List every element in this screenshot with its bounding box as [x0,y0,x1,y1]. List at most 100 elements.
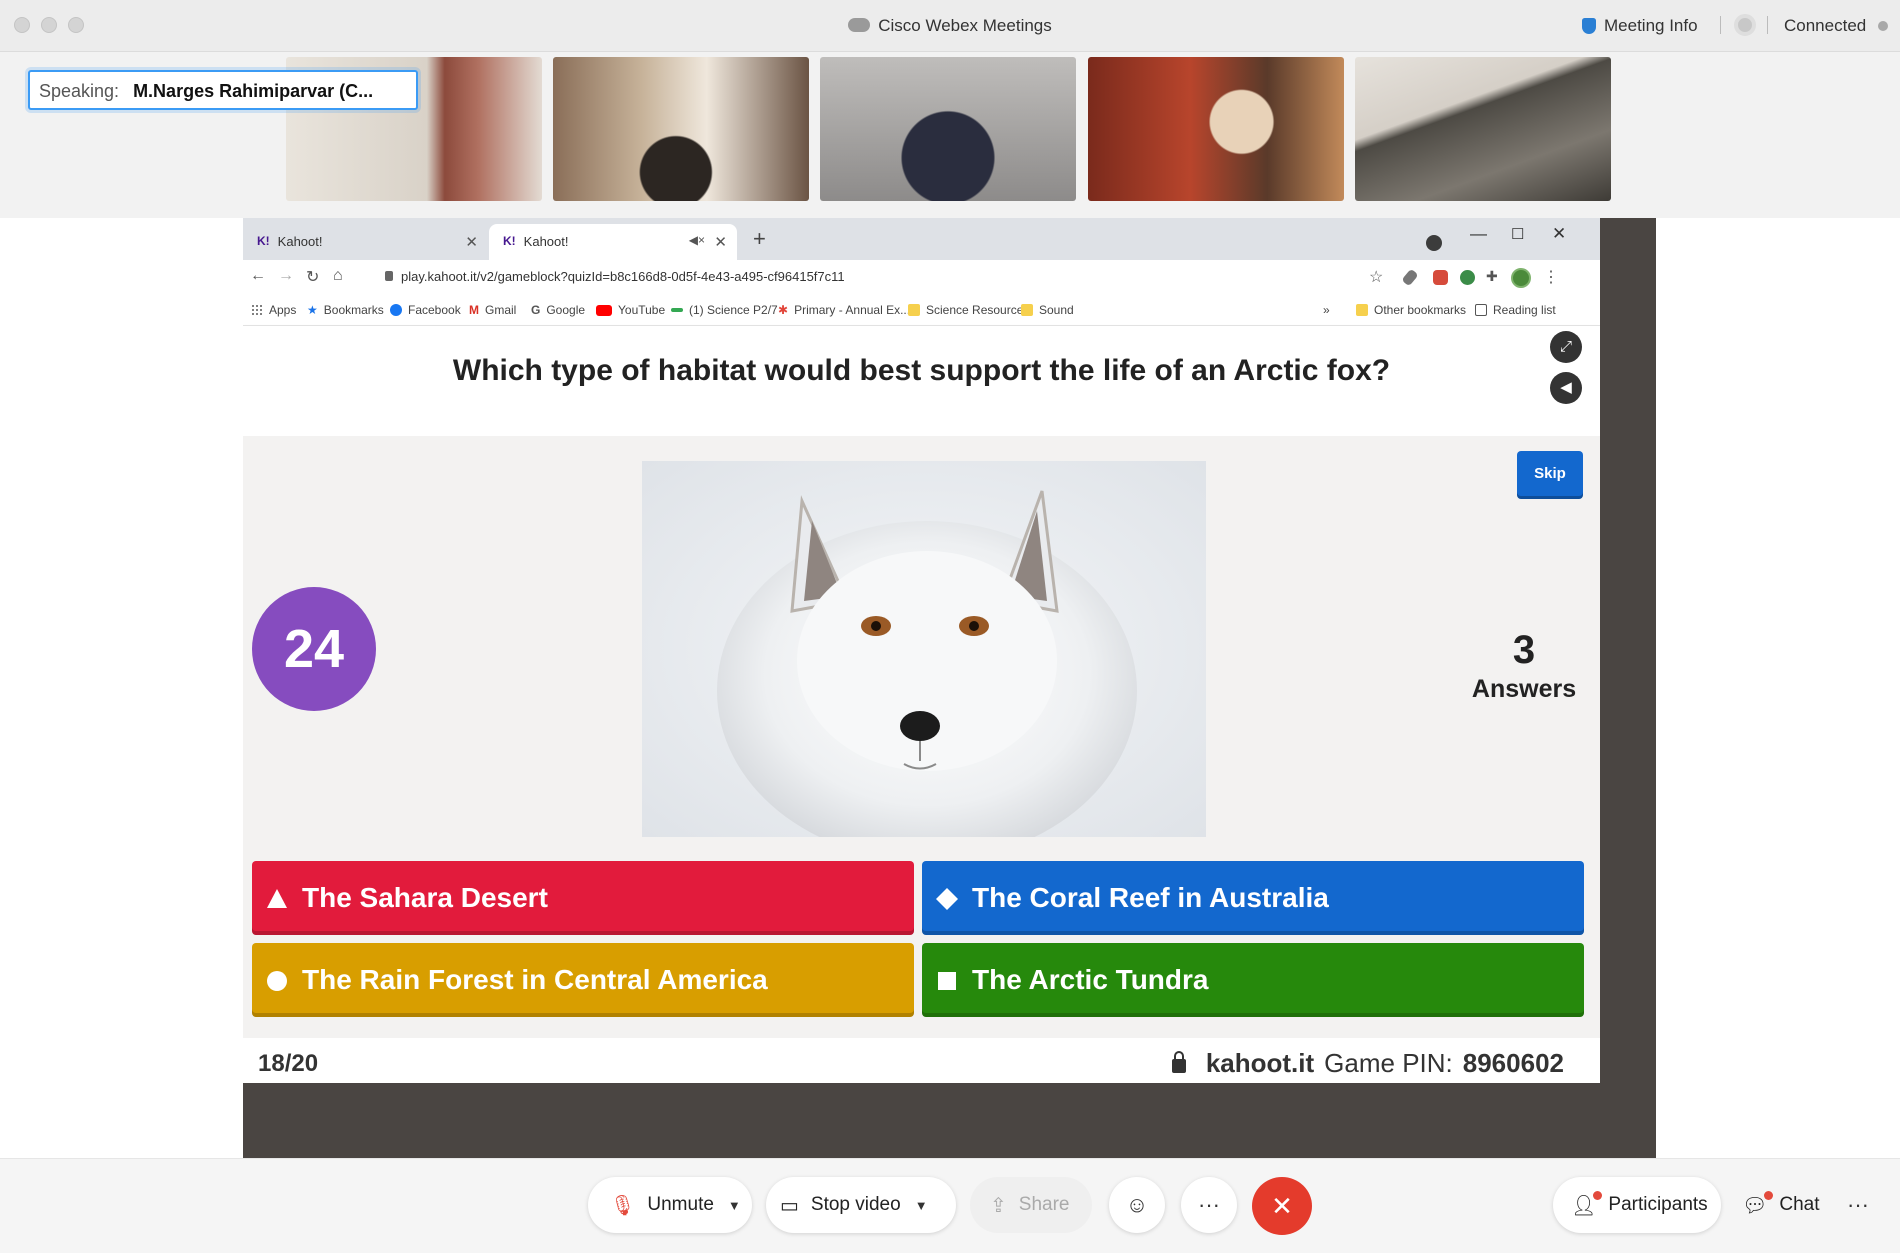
participant-filmstrip: Speaking: M.Narges Rahimiparvar (C... [0,52,1900,218]
new-tab-icon[interactable]: + [753,226,766,252]
eyedropper-extension-icon[interactable] [1401,268,1419,287]
extension-icon[interactable] [1460,270,1475,285]
leave-meeting-button[interactable]: ✕ [1252,1177,1312,1235]
answer-option-green[interactable]: The Arctic Tundra [922,943,1584,1017]
close-tab-icon[interactable]: ✕ [714,233,727,251]
diamond-icon [936,888,958,910]
divider [1720,16,1721,34]
chat-button[interactable]: 💬︎ Chat [1724,1177,1824,1233]
skip-button[interactable]: Skip [1517,451,1583,499]
answer-option-yellow[interactable]: The Rain Forest in Central America [252,943,914,1017]
answers-counter: 3 Answers [1453,628,1595,704]
share-button[interactable]: ⇪ Share [970,1177,1092,1233]
facebook-icon [390,304,402,316]
bookmark-apps[interactable]: Apps [251,303,296,317]
back-icon[interactable]: ← [250,267,266,285]
browser-menu-icon[interactable]: ⋮ [1543,267,1559,287]
more-panels-button[interactable]: ··· [1830,1177,1886,1233]
bookmark-gmail[interactable]: M Gmail [469,303,516,317]
lock-icon [385,271,393,281]
audio-muted-icon[interactable]: ◀× [689,233,705,247]
close-tab-icon[interactable]: ✕ [465,233,478,251]
answer-text: The Rain Forest in Central America [302,964,768,995]
reactions-button[interactable]: ☺ [1109,1177,1165,1233]
browser-tab-bar: K! Kahoot! ✕ K! Kahoot! ◀× ✕ + — ☐ ✕ [243,218,1600,260]
answers-count-label: Answers [1471,675,1577,703]
fullscreen-icon[interactable]: ⤢ [1550,331,1582,363]
more-options-button[interactable]: ··· [1181,1177,1237,1233]
participant-video-tile[interactable] [1355,57,1611,201]
bookmark-primary[interactable]: ✱ Primary - Annual Ex... [778,303,910,317]
bookmark-science[interactable]: (1) Science P2/7 [671,303,778,317]
bookmark-science-resource[interactable]: Science Resource [908,303,1023,317]
speaking-label: Speaking: [39,81,120,101]
connection-indicator-icon [1878,21,1888,31]
other-bookmarks[interactable]: Other bookmarks [1356,303,1466,317]
bookmark-label: Primary - Annual Ex... [794,303,911,317]
more-bookmarks[interactable]: » [1323,303,1330,317]
home-icon[interactable]: ⌂ [333,267,343,285]
reading-list[interactable]: Reading list [1475,303,1556,317]
chevron-down-icon[interactable]: ▼ [728,1198,741,1213]
window-titlebar: Cisco Webex Meetings Meeting Info Connec… [0,0,1900,52]
reading-list-icon [1475,304,1487,316]
stop-video-button[interactable]: ▭ Stop video ▼ [766,1177,956,1233]
chevron-down-icon[interactable]: ▼ [915,1198,928,1213]
bookmark-label: Sound [1039,303,1074,317]
gmail-icon: M [469,303,479,317]
bookmark-sound[interactable]: Sound [1021,303,1074,317]
browser-tab[interactable]: K! Kahoot! ✕ [243,224,488,260]
youtube-icon [596,304,612,316]
answer-option-blue[interactable]: The Coral Reef in Australia [922,861,1584,935]
recording-icon[interactable] [1734,14,1756,36]
bookmark-facebook[interactable]: Facebook [390,303,461,317]
lock-icon[interactable] [1171,1050,1186,1073]
bookmark-label: Other bookmarks [1374,303,1467,317]
meeting-control-bar: 🎙︎ Unmute ▼ ▭ Stop video ▼ ⇪ Share ☺ ···… [0,1158,1900,1253]
volume-icon[interactable]: ◀ [1550,372,1582,404]
extensions-puzzle-icon[interactable]: ✚ [1486,268,1498,285]
connection-status: Connected [1784,16,1867,35]
apps-grid-icon [251,304,263,316]
profile-avatar[interactable] [1511,268,1531,288]
participant-video-tile[interactable] [553,57,809,201]
countdown-timer: 24 [252,587,376,711]
game-footer: 18/20 kahoot.it Game PIN: 8960602 [243,1038,1600,1083]
bookmark-star-icon[interactable]: ☆ [1369,267,1383,287]
bookmark-bookmarks[interactable]: ★ Bookmarks [307,303,384,317]
square-icon [938,972,956,990]
close-icon: ✕ [1271,1191,1293,1221]
participants-label: Participants [1608,1194,1708,1215]
maximize-icon[interactable]: ☐ [1511,225,1524,243]
bookmark-google[interactable]: G Google [531,303,585,317]
triangle-icon [267,889,287,908]
tab-search-icon[interactable] [1426,235,1442,251]
participant-video-tile[interactable] [820,57,1076,201]
forward-icon[interactable]: → [278,267,294,285]
participants-button[interactable]: 👤︎ Participants [1553,1177,1721,1233]
bookmark-youtube[interactable]: YouTube [596,303,665,317]
reload-icon[interactable]: ↻ [306,267,319,287]
tab-label: Kahoot! [523,234,569,249]
extension-icon[interactable] [1433,270,1448,285]
asterisk-icon: ✱ [778,303,789,317]
stop-video-label: Stop video [810,1194,901,1215]
close-icon[interactable]: ✕ [1552,224,1566,244]
smiley-icon: ☺ [1125,1192,1149,1217]
minimize-icon[interactable]: — [1470,224,1487,244]
url-field[interactable]: play.kahoot.it/v2/gameblock?quizId=b8c16… [401,269,845,284]
microphone-muted-icon: 🎙︎ [610,1194,636,1217]
bookmark-label: Science Resource [926,303,1024,317]
unmute-button[interactable]: 🎙︎ Unmute ▼ [588,1177,752,1233]
browser-tab-active[interactable]: K! Kahoot! ◀× ✕ [489,224,737,260]
kahoot-site: kahoot.it [1205,1048,1315,1078]
answer-text: The Coral Reef in Australia [972,882,1329,913]
divider [1767,16,1768,34]
bookmark-label: (1) Science P2/7 [689,303,778,317]
participant-video-tile[interactable] [1088,57,1344,201]
kahoot-favicon-icon: K! [257,234,270,248]
meeting-info-button[interactable]: Meeting Info [1582,16,1698,36]
answer-option-red[interactable]: The Sahara Desert [252,861,914,935]
shield-icon [1582,18,1596,34]
game-pin-label: Game PIN: [1324,1048,1453,1078]
